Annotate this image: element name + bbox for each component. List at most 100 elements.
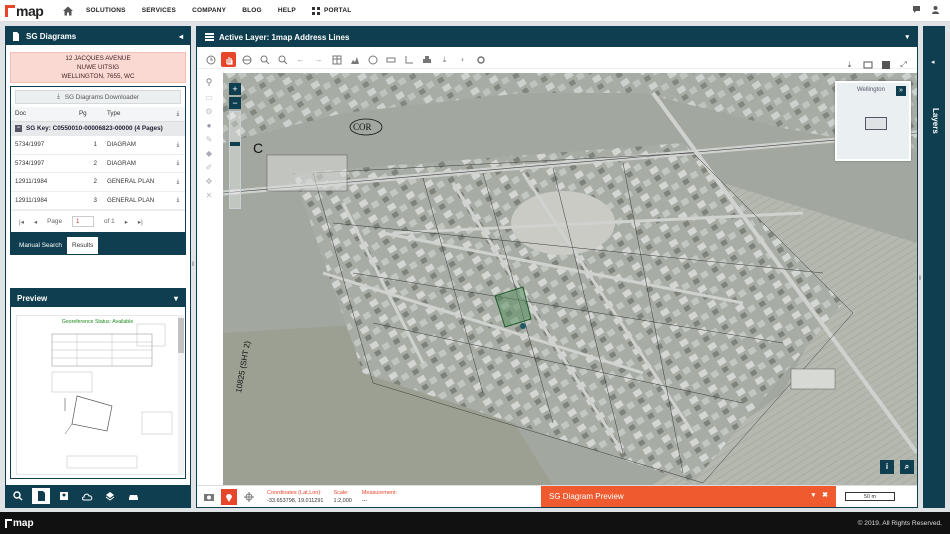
chart-tool[interactable] (347, 52, 362, 67)
pg-cell: 2 (75, 154, 103, 173)
footer-logo[interactable]: map (5, 518, 34, 529)
collapse-chevron-icon[interactable]: ◂ (179, 32, 183, 41)
nav-portal[interactable]: PORTAL (324, 7, 351, 14)
zoom-in-tool[interactable] (257, 52, 272, 67)
collapse-minus-icon[interactable]: − (15, 125, 22, 132)
first-page-icon[interactable]: |◂ (19, 218, 24, 226)
measurement-value: --- (361, 497, 368, 504)
circle-icon (368, 55, 377, 64)
preview-header[interactable]: Preview ▾ (11, 289, 185, 307)
lasso-icon[interactable]: ✎ (206, 135, 213, 144)
search-tool-button[interactable] (9, 488, 27, 504)
download-tool[interactable]: ⤓ (437, 52, 452, 67)
zoom-out-button[interactable]: − (229, 97, 241, 109)
sg-downloader-button[interactable]: ⤓ SG Diagrams Downloader (15, 90, 181, 104)
sphere-icon[interactable]: ● (207, 121, 212, 130)
attach-button[interactable]: ⌕ (900, 460, 914, 474)
preview-title: Preview (17, 293, 48, 303)
crosshair-button[interactable] (241, 489, 257, 505)
pencil-icon[interactable]: ✐ (206, 163, 213, 172)
layer-dropdown-icon[interactable]: ▾ (905, 33, 909, 41)
camera-button[interactable] (201, 489, 217, 505)
home-icon[interactable] (62, 5, 74, 17)
row-download-icon[interactable]: ⤓ (167, 191, 185, 210)
tab-manual-search[interactable]: Manual Search (14, 237, 67, 254)
export-tool[interactable]: ⤓ (842, 57, 857, 72)
sg-diagram-preview-image[interactable]: Georeference Status: Available (16, 315, 179, 475)
row-download-icon[interactable]: ⤓ (167, 154, 185, 173)
last-page-icon[interactable]: ▸| (138, 218, 143, 226)
nav-company[interactable]: COMPANY (192, 7, 226, 14)
close-icon[interactable]: ✕ (206, 191, 213, 200)
row-download-icon[interactable]: ⤓ (167, 172, 185, 192)
dropdown-caret-icon[interactable]: ▾ (174, 294, 178, 303)
table-row[interactable]: 5734/1997 2 DIAGRAM ⤓ (11, 154, 185, 173)
table-tool[interactable] (329, 52, 344, 67)
back-tool[interactable]: ← (293, 52, 308, 67)
print-tool[interactable] (419, 52, 434, 67)
col-doc[interactable]: Doc (11, 107, 75, 122)
panel-resize-handle[interactable]: ‖ (192, 262, 194, 268)
table-row[interactable]: 12911/1984 2 GENERAL PLAN ⤓ (11, 172, 185, 192)
expand-layers-icon[interactable]: ◂ (931, 58, 935, 66)
zoom-in-button[interactable]: + (229, 83, 241, 95)
prev-page-icon[interactable]: ◂ (34, 218, 37, 226)
overview-map[interactable]: Wellington » (835, 81, 911, 161)
sg-key-group[interactable]: − SG Key: C0550010-00006823-00000 (4 Pag… (11, 121, 185, 136)
info-tool[interactable] (203, 52, 218, 67)
table-row[interactable]: 5734/1997 1 DIAGRAM ⤓ (11, 135, 185, 155)
location-pin-button[interactable] (221, 488, 237, 505)
pg-cell: 2 (75, 172, 103, 192)
forward-tool[interactable]: → (311, 52, 326, 67)
grid-view-tool[interactable] (878, 57, 893, 72)
binoculars-icon[interactable]: ⚲ (206, 77, 213, 88)
tag-icon[interactable]: ◆ (206, 149, 212, 158)
close-icon[interactable]: ✖ (822, 491, 828, 499)
angle-tool[interactable] (401, 52, 416, 67)
pin-tool[interactable]: ⍖ (455, 52, 470, 67)
settings-icon[interactable]: ⚙ (205, 107, 212, 116)
move-icon[interactable]: ✥ (206, 177, 213, 186)
page-number-input[interactable] (72, 216, 95, 227)
overview-extent[interactable] (865, 117, 887, 130)
zoom-slider-handle[interactable] (230, 142, 240, 146)
user-icon[interactable] (931, 5, 940, 14)
overview-collapse-button[interactable]: » (896, 86, 906, 96)
pan-tool[interactable] (221, 52, 236, 67)
nav-solutions[interactable]: SOLUTIONS (86, 7, 126, 14)
col-pg[interactable]: Pg (75, 107, 103, 122)
downloader-box: ⤓ SG Diagrams Downloader Doc Pg Type ⤓ −… (10, 86, 186, 255)
zoom-slider[interactable] (229, 111, 241, 209)
map-view[interactable]: COR C S 10825 (SHT 2) (223, 73, 917, 485)
globe-tool[interactable] (239, 52, 254, 67)
panel-resize-handle[interactable]: ‖ (919, 276, 921, 282)
preview-scrollbar[interactable] (178, 315, 184, 475)
row-download-icon[interactable]: ⤓ (167, 135, 185, 155)
sg-diagram-preview-bar[interactable]: SG Diagram Preview ▾ ✖ (541, 486, 836, 507)
vehicle-tool-button[interactable] (124, 488, 142, 504)
measure-tool[interactable] (383, 52, 398, 67)
layers-sidebar[interactable]: ◂ Layers (923, 26, 945, 508)
download-icon: ⤓ (442, 54, 447, 64)
logo[interactable]: map (5, 3, 57, 19)
image-tool[interactable] (860, 57, 875, 72)
info-button[interactable]: i (880, 460, 894, 474)
expand-caret-icon[interactable]: ▾ (812, 491, 816, 499)
tab-results[interactable]: Results (66, 237, 99, 254)
zoom-out-tool[interactable] (275, 52, 290, 67)
fullscreen-tool[interactable]: ⤢ (896, 57, 911, 72)
col-type[interactable]: Type (103, 107, 167, 122)
nav-help[interactable]: HELP (278, 7, 296, 14)
table-row[interactable]: 12911/1984 3 GENERAL PLAN ⤓ (11, 191, 185, 210)
circle-tool[interactable] (365, 52, 380, 67)
settings-tool[interactable] (473, 52, 488, 67)
layers-stack-tool-button[interactable] (101, 488, 119, 504)
sg-diagrams-tool-button[interactable] (32, 488, 50, 504)
contact-tool-button[interactable] (55, 488, 73, 504)
nav-blog[interactable]: BLOG (242, 7, 262, 14)
cloud-tool-button[interactable] (78, 488, 96, 504)
chat-icon[interactable] (912, 5, 921, 14)
layers-icon[interactable]: ▭ (205, 93, 213, 102)
next-page-icon[interactable]: ▸ (125, 218, 128, 226)
nav-services[interactable]: SERVICES (142, 7, 176, 14)
